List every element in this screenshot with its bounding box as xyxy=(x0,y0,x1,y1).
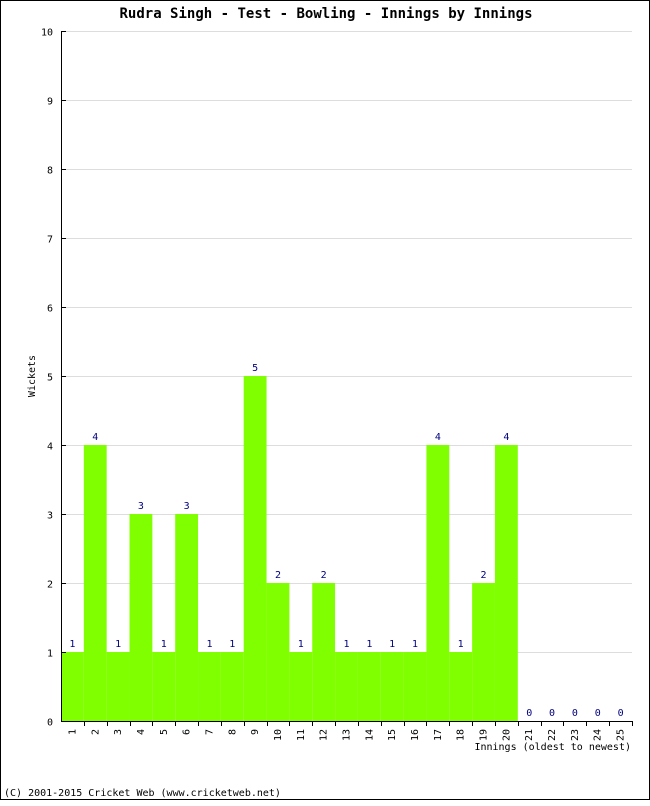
bar xyxy=(175,514,199,721)
data-label: 1 xyxy=(366,639,372,650)
bar xyxy=(289,652,313,721)
data-label: 1 xyxy=(115,639,121,650)
x-tick-label: 4 xyxy=(136,729,147,735)
x-tick-label: 1 xyxy=(67,729,78,735)
y-tick-label: 7 xyxy=(47,235,53,246)
x-tick-label: 21 xyxy=(524,729,535,741)
bar xyxy=(129,514,153,721)
bar xyxy=(266,583,290,721)
x-tick-label: 6 xyxy=(182,729,193,735)
x-tick-label: 5 xyxy=(159,729,170,735)
bar xyxy=(380,652,404,721)
data-label: 0 xyxy=(526,708,532,719)
x-tick-label: 15 xyxy=(387,729,398,741)
x-tick-label: 3 xyxy=(113,729,124,735)
y-tick-label: 4 xyxy=(47,442,53,453)
x-tick-label: 14 xyxy=(364,729,375,741)
x-tick-label: 12 xyxy=(319,729,330,741)
x-tick-label: 17 xyxy=(433,729,444,741)
data-label: 2 xyxy=(275,570,281,581)
data-label: 0 xyxy=(595,708,601,719)
bar xyxy=(357,652,381,721)
bar xyxy=(83,445,107,721)
bar xyxy=(220,652,244,721)
x-axis-label: Innings (oldest to newest) xyxy=(474,742,631,753)
data-label: 4 xyxy=(435,432,441,443)
bar xyxy=(243,376,267,721)
data-label: 3 xyxy=(138,501,144,512)
data-label: 1 xyxy=(69,639,75,650)
data-label: 1 xyxy=(412,639,418,650)
data-label: 1 xyxy=(298,639,304,650)
x-tick-label: 8 xyxy=(227,729,238,735)
data-label: 0 xyxy=(572,708,578,719)
x-tick-label: 20 xyxy=(501,729,512,741)
bar xyxy=(335,652,358,721)
bar xyxy=(198,652,221,721)
x-tick-label: 25 xyxy=(616,729,627,741)
bar-chart: Rudra Singh - Test - Bowling - Innings b… xyxy=(4,6,633,799)
bar xyxy=(449,652,473,721)
chart-frame: Rudra Singh - Test - Bowling - Innings b… xyxy=(0,0,650,800)
data-label: 1 xyxy=(229,639,235,650)
bar xyxy=(494,445,518,721)
data-label: 0 xyxy=(549,708,555,719)
copyright-text: (C) 2001-2015 Cricket Web (www.cricketwe… xyxy=(4,788,281,799)
y-tick-label: 6 xyxy=(47,304,53,315)
bar xyxy=(152,652,176,721)
x-tick-label: 2 xyxy=(90,729,101,735)
y-tick-label: 0 xyxy=(47,718,53,729)
data-label: 4 xyxy=(92,432,98,443)
x-tick-label: 18 xyxy=(456,729,467,741)
x-tick-label: 10 xyxy=(273,729,284,741)
y-axis-label: Wickets xyxy=(27,355,38,397)
data-label: 5 xyxy=(252,363,258,374)
y-tick-label: 2 xyxy=(47,580,53,591)
chart-title: Rudra Singh - Test - Bowling - Innings b… xyxy=(119,6,532,22)
x-tick-labels: 1 2 3 4 5 6 7 8 9 10 11 12 13 14 15 16 17 18 19 20 21 22 23 24 2… xyxy=(67,729,626,741)
y-tick-label: 10 xyxy=(41,28,53,39)
x-tick-label: 19 xyxy=(479,729,490,741)
data-label: 1 xyxy=(458,639,464,650)
data-label: 3 xyxy=(184,501,190,512)
x-tick-label: 24 xyxy=(593,729,604,741)
data-label: 1 xyxy=(206,639,212,650)
y-tick-label: 9 xyxy=(47,97,53,108)
bar xyxy=(472,583,495,721)
y-tick-label: 5 xyxy=(47,373,53,384)
data-label: 2 xyxy=(481,570,487,581)
x-tick-label: 11 xyxy=(296,729,307,741)
bar xyxy=(426,445,450,721)
bar xyxy=(403,652,427,721)
x-tick-label: 16 xyxy=(410,729,421,741)
bar xyxy=(106,652,130,721)
x-tick-label: 22 xyxy=(547,729,558,741)
bars xyxy=(61,376,518,721)
data-label: 1 xyxy=(161,639,167,650)
x-tick-label: 13 xyxy=(342,729,353,741)
y-tick-label: 8 xyxy=(47,166,53,177)
data-label: 1 xyxy=(343,639,349,650)
data-label: 1 xyxy=(389,639,395,650)
x-tick-label: 23 xyxy=(570,729,581,741)
x-tick-label: 7 xyxy=(204,729,215,735)
x-tick-label: 9 xyxy=(250,729,261,735)
bar xyxy=(61,652,84,721)
y-tick-label: 3 xyxy=(47,511,53,522)
data-label: 0 xyxy=(618,708,624,719)
y-tick-label: 1 xyxy=(47,649,53,660)
bar xyxy=(312,583,336,721)
data-label: 4 xyxy=(503,432,509,443)
y-tick-labels: 0 1 2 3 4 5 6 7 8 9 10 xyxy=(41,28,53,729)
data-label: 2 xyxy=(321,570,327,581)
